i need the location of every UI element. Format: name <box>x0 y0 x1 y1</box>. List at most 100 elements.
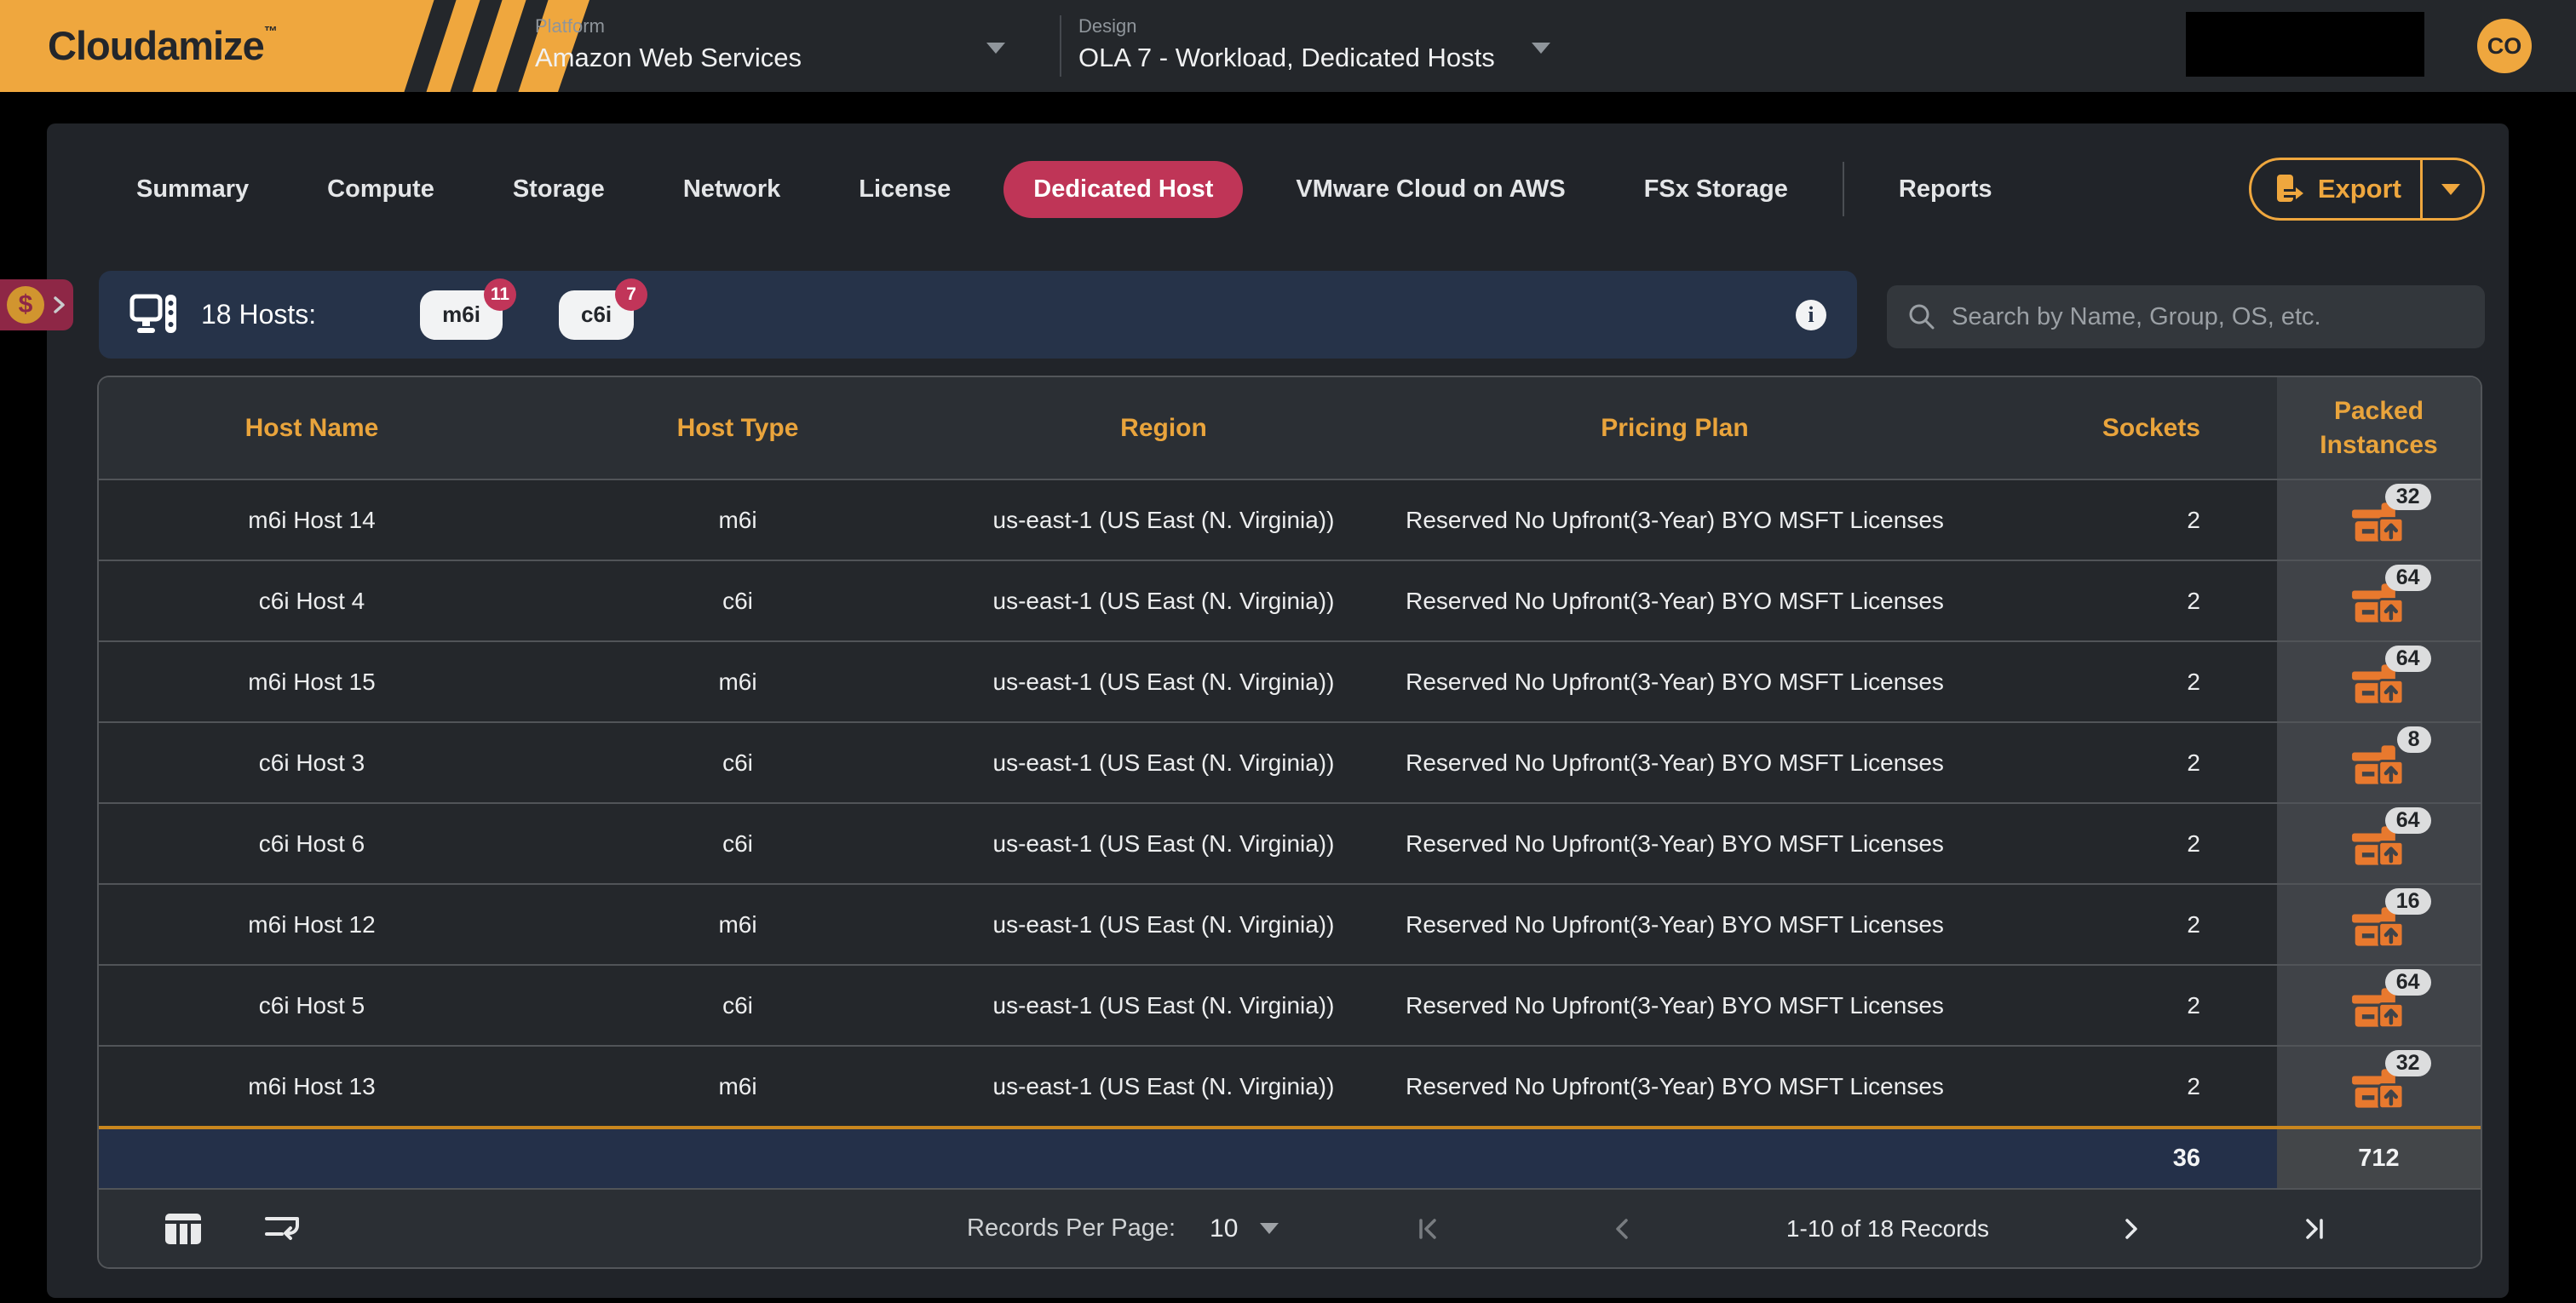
platform-selector[interactable]: Platform Amazon Web Services <box>535 15 802 73</box>
packed-instances-cell: 64 <box>2277 966 2481 1045</box>
tab-storage[interactable]: Storage <box>513 175 605 204</box>
logo-stripe <box>447 0 505 100</box>
packed-instances-cell: 64 <box>2277 561 2481 640</box>
records-per-page[interactable]: Records Per Page: 10 <box>967 1190 1279 1267</box>
packed-instances-cell: 64 <box>2277 804 2481 883</box>
total-packed-instances: 712 <box>2277 1129 2481 1188</box>
sockets-cell: 2 <box>1973 804 2277 883</box>
platform-label: Platform <box>535 15 802 37</box>
chevron-down-icon[interactable] <box>2441 184 2460 195</box>
sockets-cell: 2 <box>1973 480 2277 560</box>
export-button[interactable]: Export <box>2249 158 2485 221</box>
region-cell: us-east-1 (US East (N. Virginia)) <box>951 723 1377 802</box>
host-name-cell: c6i Host 6 <box>99 804 525 883</box>
app-header: Cloudamize™ Platform Amazon Web Services… <box>0 0 2576 92</box>
column-header-region[interactable]: Region <box>951 377 1377 479</box>
next-page-button[interactable] <box>2116 1214 2145 1244</box>
export-divider <box>2420 160 2423 218</box>
last-page-button[interactable] <box>2298 1214 2327 1244</box>
table-row[interactable]: c6i Host 6 c6i us-east-1 (US East (N. Vi… <box>99 802 2481 883</box>
chevron-down-icon[interactable] <box>1260 1223 1279 1234</box>
sockets-cell: 2 <box>1973 561 2277 640</box>
sockets-cell: 2 <box>1973 723 2277 802</box>
tab-license[interactable]: License <box>859 175 951 204</box>
pricing-plan-cell: Reserved No Upfront(3-Year) BYO MSFT Lic… <box>1377 642 1973 721</box>
packed-count-badge: 64 <box>2385 565 2431 591</box>
host-name-cell: c6i Host 5 <box>99 966 525 1045</box>
total-sockets: 36 <box>1973 1129 2277 1188</box>
table-row[interactable]: m6i Host 14 m6i us-east-1 (US East (N. V… <box>99 479 2481 560</box>
tab-compute[interactable]: Compute <box>327 175 434 204</box>
host-type-cell: c6i <box>525 966 951 1045</box>
first-page-button[interactable] <box>1415 1214 1444 1244</box>
table-row[interactable]: m6i Host 12 m6i us-east-1 (US East (N. V… <box>99 883 2481 964</box>
pricing-plan-cell: Reserved No Upfront(3-Year) BYO MSFT Lic… <box>1377 885 1973 964</box>
search-input[interactable] <box>1952 303 2464 331</box>
tab-network[interactable]: Network <box>683 175 780 204</box>
tab-vmware-cloud-on-aws[interactable]: VMware Cloud on AWS <box>1296 175 1565 204</box>
badge-count: 7 <box>615 278 647 311</box>
region-cell: us-east-1 (US East (N. Virginia)) <box>951 480 1377 560</box>
packed-count-badge: 64 <box>2385 646 2431 672</box>
totals-empty <box>951 1129 1377 1188</box>
pricing-plan-cell: Reserved No Upfront(3-Year) BYO MSFT Lic… <box>1377 561 1973 640</box>
host-type-cell: c6i <box>525 723 951 802</box>
table-body: m6i Host 14 m6i us-east-1 (US East (N. V… <box>99 479 2481 1126</box>
column-header-host-name[interactable]: Host Name <box>99 377 525 479</box>
table-row[interactable]: c6i Host 5 c6i us-east-1 (US East (N. Vi… <box>99 964 2481 1045</box>
region-cell: us-east-1 (US East (N. Virginia)) <box>951 1047 1377 1126</box>
redacted-area <box>2186 12 2424 77</box>
table-row[interactable]: m6i Host 15 m6i us-east-1 (US East (N. V… <box>99 640 2481 721</box>
packed-count-badge: 64 <box>2385 807 2431 834</box>
packed-instances-cell: 32 <box>2277 480 2481 560</box>
tab-summary[interactable]: Summary <box>136 175 249 204</box>
pricing-plan-cell: Reserved No Upfront(3-Year) BYO MSFT Lic… <box>1377 1047 1973 1126</box>
dollar-icon: $ <box>7 286 44 324</box>
records-per-page-label: Records Per Page: <box>967 1214 1176 1243</box>
packed-instances-cell: 32 <box>2277 1047 2481 1126</box>
platform-value: Amazon Web Services <box>535 43 802 73</box>
wrap-text-icon[interactable] <box>262 1210 303 1248</box>
column-header-pricing-plan[interactable]: Pricing Plan <box>1377 377 1973 479</box>
chevron-down-icon[interactable] <box>986 43 1005 54</box>
hosts-summary-bar: 18 Hosts: m6i 11 c6i 7 i <box>99 271 1857 359</box>
totals-empty <box>525 1129 951 1188</box>
tab-fsx-storage[interactable]: FSx Storage <box>1644 175 1788 204</box>
table-row[interactable]: m6i Host 13 m6i us-east-1 (US East (N. V… <box>99 1045 2481 1126</box>
design-value: OLA 7 - Workload, Dedicated Hosts <box>1078 43 1495 73</box>
info-icon[interactable]: i <box>1796 300 1826 330</box>
packed-instances-cell: 64 <box>2277 642 2481 721</box>
export-file-icon <box>2272 172 2306 206</box>
cost-panel-toggle[interactable]: $ <box>0 279 73 330</box>
column-settings-icon[interactable] <box>163 1210 204 1248</box>
tab-reports[interactable]: Reports <box>1899 175 1992 204</box>
table-row[interactable]: c6i Host 4 c6i us-east-1 (US East (N. Vi… <box>99 560 2481 640</box>
host-type-cell: c6i <box>525 804 951 883</box>
host-type-cell: c6i <box>525 561 951 640</box>
packed-instances-cell: 8 <box>2277 723 2481 802</box>
packed-count-badge: 32 <box>2385 484 2431 510</box>
previous-page-button[interactable] <box>1608 1214 1637 1244</box>
column-header-host-type[interactable]: Host Type <box>525 377 951 479</box>
user-avatar[interactable]: CO <box>2477 19 2532 73</box>
host-name-cell: c6i Host 3 <box>99 723 525 802</box>
pricing-plan-cell: Reserved No Upfront(3-Year) BYO MSFT Lic… <box>1377 480 1973 560</box>
column-header-sockets[interactable]: Sockets <box>1973 377 2277 479</box>
records-per-page-value: 10 <box>1210 1214 1238 1243</box>
packed-count-badge: 64 <box>2385 969 2431 996</box>
tab-dedicated-host[interactable]: Dedicated Host <box>1003 161 1243 218</box>
table-row[interactable]: c6i Host 3 c6i us-east-1 (US East (N. Vi… <box>99 721 2481 802</box>
table-footer: Records Per Page: 10 1-10 of 18 Records <box>99 1188 2481 1267</box>
chevron-down-icon[interactable] <box>1532 43 1550 54</box>
host-type-filter-m6i[interactable]: m6i 11 <box>420 290 503 340</box>
pricing-plan-cell: Reserved No Upfront(3-Year) BYO MSFT Lic… <box>1377 723 1973 802</box>
region-cell: us-east-1 (US East (N. Virginia)) <box>951 561 1377 640</box>
hosts-count-label: 18 Hosts: <box>201 299 316 330</box>
region-cell: us-east-1 (US East (N. Virginia)) <box>951 966 1377 1045</box>
main-panel: Summary Compute Storage Network License … <box>47 123 2509 1298</box>
brand-logo: Cloudamize™ <box>0 0 589 92</box>
column-header-packed-instances[interactable]: Packed Instances <box>2277 377 2481 479</box>
design-selector[interactable]: Design OLA 7 - Workload, Dedicated Hosts <box>1078 15 1495 73</box>
host-type-cell: m6i <box>525 480 951 560</box>
host-type-filter-c6i[interactable]: c6i 7 <box>559 290 634 340</box>
